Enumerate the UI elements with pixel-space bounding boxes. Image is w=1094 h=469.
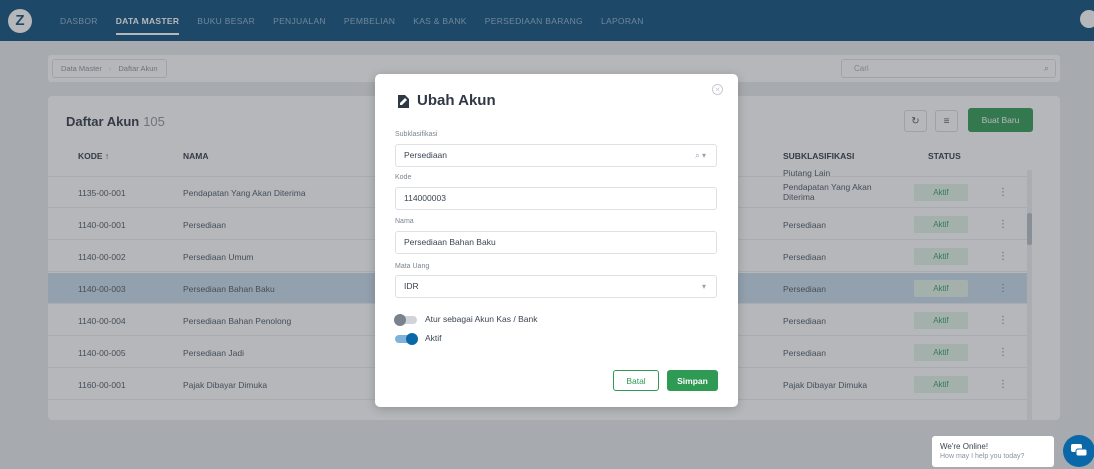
mata-uang-value: IDR bbox=[404, 281, 419, 291]
toggle-knob bbox=[394, 314, 406, 326]
modal-title: Ubah Akun bbox=[417, 92, 496, 109]
chat-subtitle: How may I help you today? bbox=[940, 453, 1025, 460]
chat-icon bbox=[1071, 444, 1087, 457]
chat-title: We're Online! bbox=[940, 442, 989, 451]
edit-account-modal: Ubah Akun ✕ Subklasifikasi Persediaan ⌕ … bbox=[375, 74, 738, 407]
kas-bank-toggle[interactable] bbox=[394, 314, 417, 326]
kode-input[interactable]: 114000003 bbox=[395, 187, 717, 210]
close-icon[interactable]: ✕ bbox=[712, 84, 723, 95]
kode-value: 114000003 bbox=[404, 193, 446, 203]
kode-label: Kode bbox=[395, 174, 412, 181]
kas-bank-toggle-label: Atur sebagai Akun Kas / Bank bbox=[425, 314, 538, 324]
chat-button[interactable] bbox=[1063, 435, 1094, 467]
chat-popup[interactable]: We're Online! How may I help you today? bbox=[932, 436, 1054, 467]
aktif-toggle-label: Aktif bbox=[425, 333, 442, 343]
chevron-down-icon: ▾ bbox=[701, 282, 706, 291]
save-button[interactable]: Simpan bbox=[667, 370, 718, 391]
subklasifikasi-label: Subklasifikasi bbox=[395, 131, 438, 138]
mata-uang-label: Mata Uang bbox=[395, 263, 430, 270]
nama-input[interactable]: Persediaan Bahan Baku bbox=[395, 231, 717, 254]
subklasifikasi-select[interactable]: Persediaan ⌕ ▾ bbox=[395, 144, 717, 167]
cancel-button[interactable]: Batal bbox=[613, 370, 659, 391]
nama-value: Persediaan Bahan Baku bbox=[404, 237, 496, 247]
subklasifikasi-value: Persediaan bbox=[404, 150, 448, 160]
nama-label: Nama bbox=[395, 218, 414, 225]
aktif-toggle[interactable] bbox=[395, 333, 418, 345]
mata-uang-select[interactable]: IDR ▾ bbox=[395, 275, 717, 298]
search-chevron-down-icon: ⌕ ▾ bbox=[695, 151, 706, 160]
toggle-knob bbox=[406, 333, 418, 345]
edit-document-icon bbox=[398, 95, 409, 108]
